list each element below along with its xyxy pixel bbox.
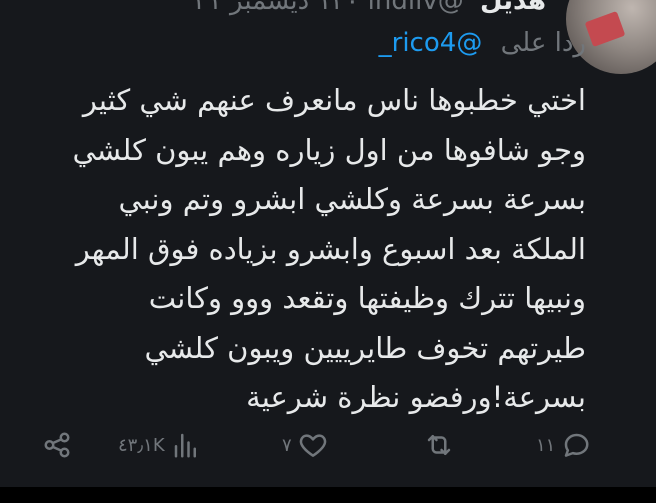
tweet-line: طيرتهم تخوف طايرييين ويبون كلشي [144,330,586,365]
share-button[interactable] [42,430,72,460]
like-button[interactable]: ٧ [282,430,328,460]
views-count: ٤٣٫١K [118,434,165,456]
like-count: ٧ [282,434,292,456]
reply-button[interactable]: ١١ [536,430,591,460]
share-icon [44,432,70,458]
tweet-line: بسرعة!ورفضو نظرة شرعية [246,380,586,414]
replying-to: ردا على @rico4_ [379,28,586,58]
replying-to-label: ردا على [500,28,586,58]
tweet-line: اختي خطبوها ناس مانعرف عنهم شي كثير [82,83,586,117]
reply-count: ١١ [536,434,556,456]
retweet-button[interactable] [424,430,460,460]
tweet-text: اختي خطبوها ناس مانعرف عنهم شي كثير وجو … [26,76,586,423]
tweet-header: هديل @indiiv ١٢٠ ديسمبر ٢١ [194,0,546,16]
reply-icon [565,433,589,457]
tweet-line: الملكة بعد اسبوع وابشرو بزياده فوق المهر [75,231,586,266]
display-name[interactable]: هديل [480,0,546,16]
retweet-icon [427,435,451,455]
tweet-line: بسرعة بسرعة وكلشي ابشرو وتم ونبي [118,182,586,216]
tweet-line: وجو شافوها من اول زياره وهم يبون كلشي [72,132,586,167]
tweet-line: ونبيها تترك وظيفتها وتقعد ووو وكانت [148,281,586,315]
handle-and-date: @indiiv ١٢٠ ديسمبر ٢١ [193,0,464,16]
views-icon [174,433,196,458]
bottom-bar [0,487,656,503]
views-button[interactable]: ٤٣٫١K [118,430,201,460]
tweet-actions: ٤٣٫١K ٧ ١١ [0,430,656,470]
heart-icon [299,434,326,457]
replying-to-handle[interactable]: @rico4_ [379,28,483,58]
